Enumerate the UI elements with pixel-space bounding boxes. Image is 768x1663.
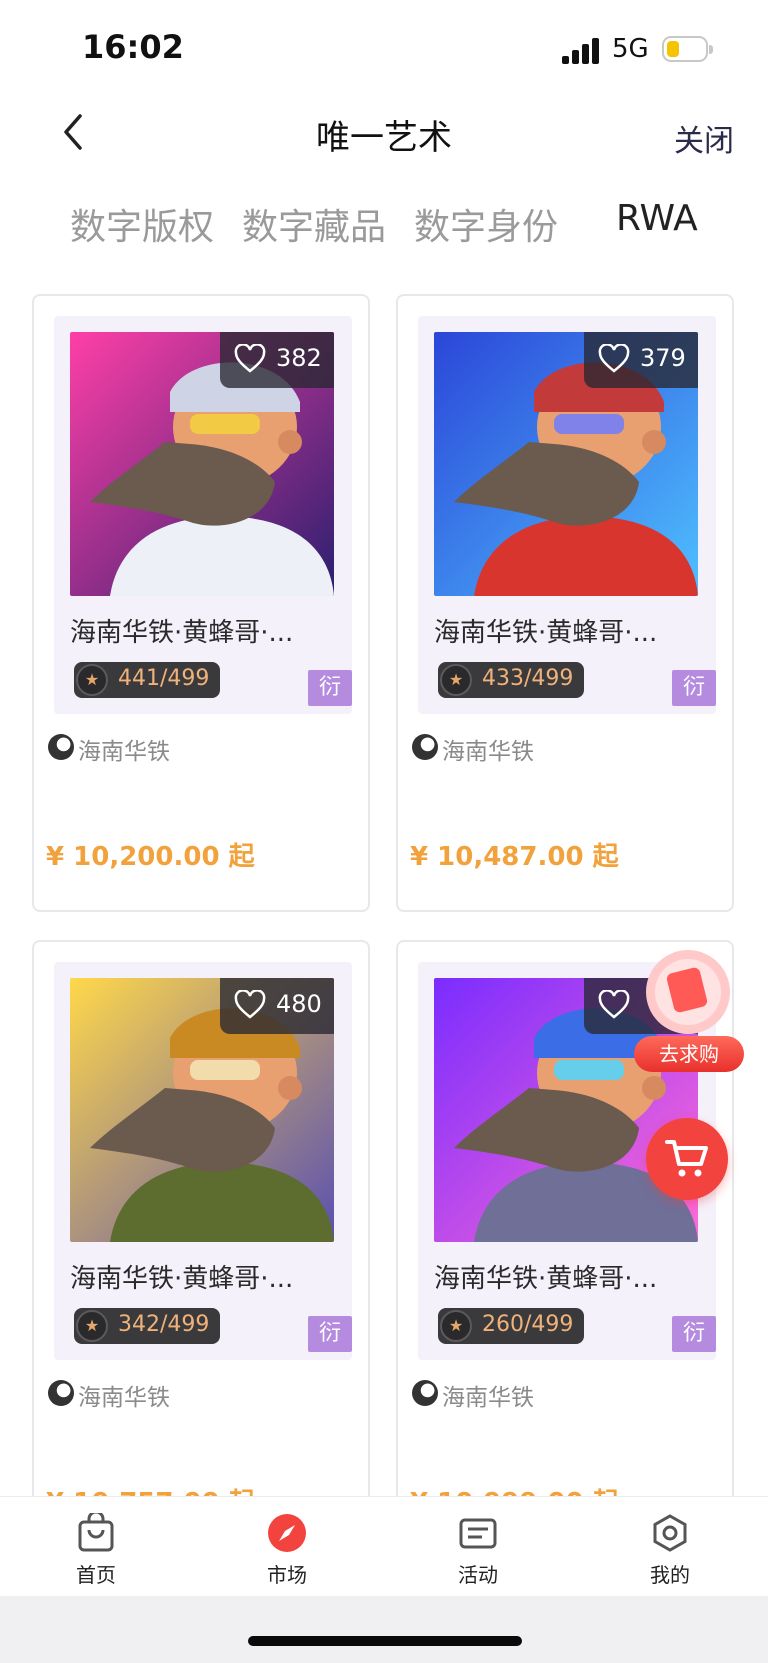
derivative-tag: 衍 <box>672 670 716 706</box>
derivative-tag: 衍 <box>308 670 352 706</box>
tab-rwa[interactable]: RWA <box>616 198 698 239</box>
tab-digital-collectibles[interactable]: 数字藏品 <box>242 198 386 250</box>
heart-icon <box>234 990 266 1019</box>
tabbar-market-label: 市场 <box>267 1563 307 1587</box>
battery-icon <box>662 36 713 62</box>
artwork-image: 382 <box>70 332 334 596</box>
like-button[interactable]: 382 <box>220 332 334 388</box>
like-count: 382 <box>276 344 322 372</box>
home-indicator-area <box>0 1596 768 1663</box>
edition-badge: ★ 342/499 <box>74 1308 220 1344</box>
medal-icon: ★ <box>76 664 108 696</box>
like-count: 379 <box>640 344 686 372</box>
product-name: 海南华铁·黄蜂哥·... <box>70 1264 294 1294</box>
medal-icon: ★ <box>440 664 472 696</box>
edition-count: 260/499 <box>482 1312 574 1337</box>
tabbar-mine[interactable]: 我的 <box>620 1513 720 1588</box>
card-media: 379 海南华铁·黄蜂哥·... ★ 433/499 衍 <box>418 316 716 714</box>
cart-icon <box>665 1140 708 1177</box>
edition-count: 433/499 <box>482 666 574 691</box>
issuer-avatar <box>48 1380 74 1406</box>
price-label: ¥ 10,487.00 起 <box>410 842 619 872</box>
medal-icon: ★ <box>76 1310 108 1342</box>
edition-count: 441/499 <box>118 666 210 691</box>
heart-icon <box>598 344 630 373</box>
tabbar-activity[interactable]: 活动 <box>428 1513 528 1588</box>
compass-icon <box>267 1513 307 1553</box>
artwork-image: 379 <box>434 332 698 596</box>
issuer-name: 海南华铁 <box>442 739 534 765</box>
product-name: 海南华铁·黄蜂哥·... <box>434 618 658 648</box>
tabbar-market[interactable]: 市场 <box>237 1513 337 1588</box>
edition-badge: ★ 441/499 <box>74 662 220 698</box>
hexagon-icon <box>650 1513 690 1553</box>
issuer-avatar <box>48 734 74 760</box>
product-card-1[interactable]: 382 海南华铁·黄蜂哥·... ★ 441/499 衍 海南华铁 ¥ 10,2… <box>32 294 370 912</box>
cart-button[interactable] <box>646 1118 728 1200</box>
tabbar-mine-label: 我的 <box>650 1563 690 1587</box>
product-name: 海南华铁·黄蜂哥·... <box>434 1264 658 1294</box>
heart-icon <box>234 344 266 373</box>
heart-icon <box>598 990 630 1019</box>
tab-digital-identity[interactable]: 数字身份 <box>414 198 558 250</box>
bag-icon <box>76 1510 116 1553</box>
close-button[interactable]: 关闭 <box>674 116 734 160</box>
like-count: 480 <box>276 990 322 1018</box>
price-label: ¥ 10,200.00 起 <box>46 842 255 872</box>
issuer-avatar <box>412 734 438 760</box>
artwork-image: 480 <box>70 978 334 1242</box>
edition-badge: ★ 260/499 <box>438 1308 584 1344</box>
issuer-name: 海南华铁 <box>442 1385 534 1411</box>
edition-count: 342/499 <box>118 1312 210 1337</box>
status-bar: 16:02 5G <box>0 0 768 90</box>
edition-badge: ★ 433/499 <box>438 662 584 698</box>
tabbar-home-label: 首页 <box>76 1563 116 1587</box>
signal-icon <box>562 38 600 64</box>
like-button[interactable]: 379 <box>584 332 698 388</box>
medal-icon: ★ <box>440 1310 472 1342</box>
issuer-name: 海南华铁 <box>78 1385 170 1411</box>
hand-coupon-icon <box>646 950 730 1034</box>
product-name: 海南华铁·黄蜂哥·... <box>70 618 294 648</box>
derivative-tag: 衍 <box>308 1316 352 1352</box>
card-media: 382 海南华铁·黄蜂哥·... ★ 441/499 衍 <box>54 316 352 714</box>
news-icon <box>458 1513 498 1553</box>
tab-digital-copyright[interactable]: 数字版权 <box>70 198 214 250</box>
card-media: 480 海南华铁·黄蜂哥·... ★ 342/499 衍 <box>54 962 352 1360</box>
page-title: 唯一艺术 <box>316 118 452 158</box>
like-button[interactable]: 480 <box>220 978 334 1034</box>
product-card-3[interactable]: 480 海南华铁·黄蜂哥·... ★ 342/499 衍 海南华铁 ¥ 10,7… <box>32 940 370 1558</box>
issuer-name: 海南华铁 <box>78 739 170 765</box>
status-time: 16:02 <box>82 28 184 66</box>
tabbar-home[interactable]: 首页 <box>46 1510 146 1588</box>
seek-to-buy-button[interactable]: 去求购 <box>628 950 744 1080</box>
derivative-tag: 衍 <box>672 1316 716 1352</box>
bottom-tab-bar: 首页 市场 活动 我的 <box>0 1496 768 1597</box>
issuer-avatar <box>412 1380 438 1406</box>
home-indicator <box>248 1636 522 1646</box>
seek-to-buy-label: 去求购 <box>634 1036 744 1072</box>
network-label: 5G <box>612 34 649 64</box>
product-card-2[interactable]: 379 海南华铁·黄蜂哥·... ★ 433/499 衍 海南华铁 ¥ 10,4… <box>396 294 734 912</box>
tabbar-activity-label: 活动 <box>458 1563 498 1587</box>
